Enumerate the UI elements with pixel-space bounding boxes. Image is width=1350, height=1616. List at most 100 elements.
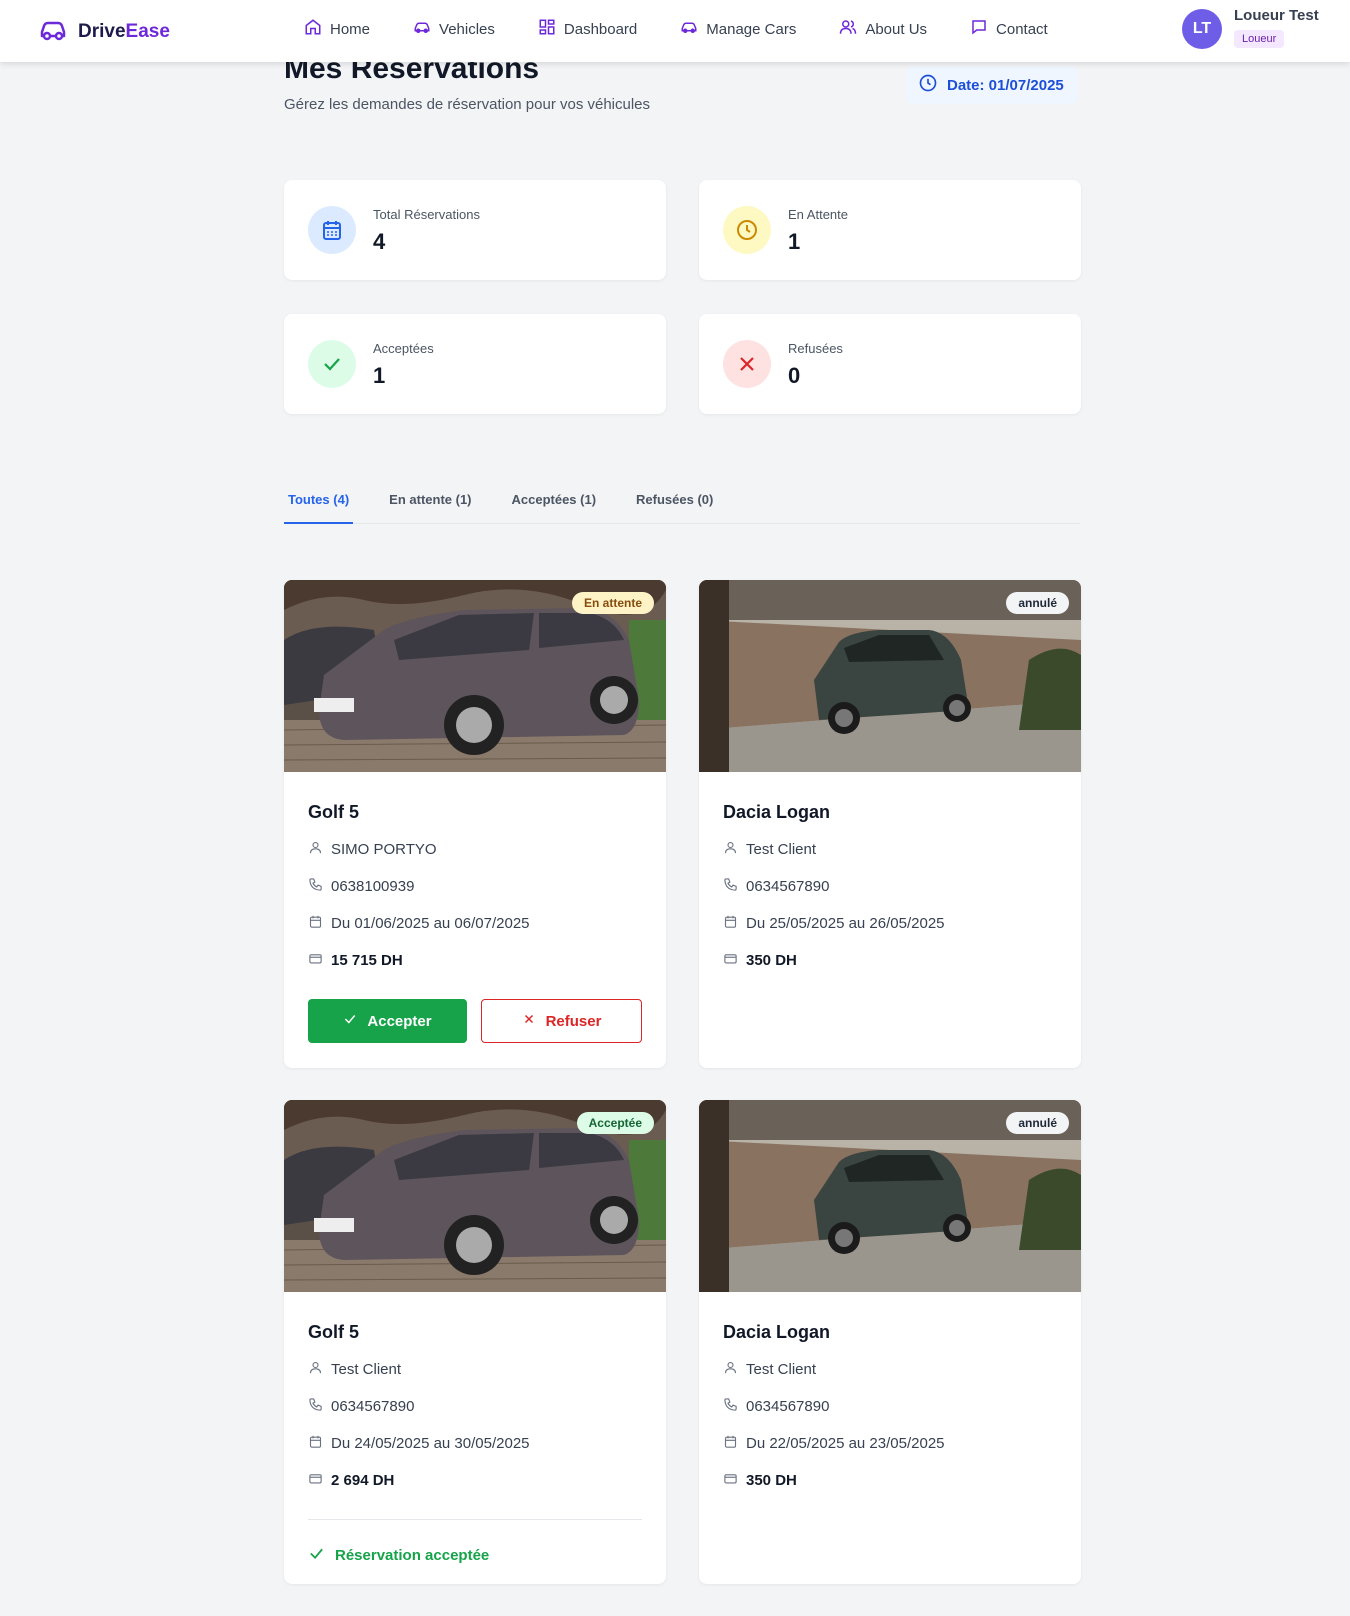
- check-icon: [308, 1545, 325, 1566]
- phone-icon: [723, 877, 738, 896]
- stat-value: 1: [788, 229, 801, 254]
- calendar-icon: [723, 1434, 738, 1453]
- price-info: 350 DH: [723, 1471, 797, 1490]
- car-icon: [680, 18, 698, 40]
- client-phone: 0634567890: [746, 1398, 830, 1415]
- nav-about-us[interactable]: About Us: [839, 18, 927, 40]
- phone-icon: [723, 1397, 738, 1416]
- client-info: Test Client: [308, 1360, 401, 1379]
- calendar-icon: [723, 914, 738, 933]
- nav-contact-label: Contact: [996, 20, 1048, 38]
- client-info: Test Client: [723, 1360, 816, 1379]
- price-info: 15 715 DH: [308, 951, 403, 970]
- client-name: Test Client: [746, 841, 817, 858]
- credit-card-icon: [308, 1471, 323, 1490]
- status-badge: En attente: [571, 592, 654, 614]
- client-phone: 0638100939: [331, 878, 415, 895]
- reservation-price: 350 DH: [746, 952, 797, 969]
- dates-info: Du 25/05/2025 au 26/05/2025: [723, 914, 945, 933]
- nav-vehicles-label: Vehicles: [439, 20, 495, 38]
- refuse-label: Refuser: [545, 1012, 602, 1030]
- brand-logo[interactable]: DriveEase: [38, 17, 170, 46]
- nav-manage-cars-label: Manage Cars: [706, 20, 797, 38]
- user-menu[interactable]: LT Loueur Test Loueur: [1182, 7, 1319, 49]
- calendar-icon: [308, 914, 323, 933]
- tab-all[interactable]: Toutes (4): [284, 480, 354, 524]
- credit-card-icon: [308, 951, 323, 970]
- credit-card-icon: [723, 1471, 738, 1490]
- credit-card-icon: [723, 951, 738, 970]
- phone-info: 0634567890: [723, 877, 829, 896]
- status-badge: annulé: [1006, 1112, 1069, 1134]
- phone-icon: [308, 1397, 323, 1416]
- reservation-dates: Du 01/06/2025 au 06/07/2025: [331, 915, 530, 932]
- price-info: 350 DH: [723, 951, 797, 970]
- tab-pending[interactable]: En attente (1): [385, 480, 475, 524]
- car-image: annulé: [699, 580, 1081, 772]
- reservation-card: En attente Golf 5 SIMO PORTYO 0638100939…: [284, 580, 666, 1068]
- clock-icon: [918, 73, 938, 97]
- stat-accepted: Acceptées 1: [284, 314, 666, 414]
- avatar[interactable]: LT: [1182, 9, 1222, 49]
- client-name: Test Client: [746, 1361, 817, 1378]
- stat-value: 4: [373, 229, 386, 254]
- stat-value: 0: [788, 363, 801, 388]
- dates-info: Du 24/05/2025 au 30/05/2025: [308, 1434, 530, 1453]
- reservation-dates: Du 24/05/2025 au 30/05/2025: [331, 1435, 530, 1452]
- car-icon: [413, 18, 431, 40]
- tab-refused[interactable]: Refusées (0): [632, 480, 717, 524]
- date-badge: Date: 01/07/2025: [906, 66, 1078, 104]
- stat-total-reservations: Total Réservations 4: [284, 180, 666, 280]
- reservation-card: annulé Dacia Logan Test Client 063456789…: [699, 1100, 1081, 1584]
- tab-accepted[interactable]: Acceptées (1): [508, 480, 601, 524]
- reservation-price: 350 DH: [746, 1472, 797, 1489]
- phone-info: 0634567890: [308, 1397, 414, 1416]
- client-name: Test Client: [331, 1361, 402, 1378]
- stat-refused: Refusées 0: [699, 314, 1081, 414]
- nav-vehicles[interactable]: Vehicles: [413, 18, 495, 40]
- nav-home[interactable]: Home: [304, 18, 370, 40]
- nav-about-us-label: About Us: [865, 20, 928, 38]
- stat-label: Refusées: [788, 341, 843, 356]
- phone-info: 0634567890: [723, 1397, 829, 1416]
- message-icon: [970, 18, 988, 40]
- x-icon: [522, 1012, 536, 1030]
- accepted-note: Réservation acceptée: [308, 1545, 489, 1566]
- car-icon: [38, 17, 68, 46]
- stat-value: 1: [373, 363, 386, 388]
- nav-dashboard[interactable]: Dashboard: [538, 18, 637, 40]
- dates-info: Du 22/05/2025 au 23/05/2025: [723, 1434, 945, 1453]
- calendar-icon: [308, 206, 356, 254]
- nav-manage-cars[interactable]: Manage Cars: [680, 18, 796, 40]
- navbar: DriveEase Home Vehicles Dashboard Manage…: [0, 0, 1350, 62]
- status-badge: annulé: [1006, 592, 1069, 614]
- page-subtitle: Gérez les demandes de réservation pour v…: [284, 96, 651, 113]
- users-icon: [839, 18, 857, 40]
- client-info: Test Client: [723, 840, 816, 859]
- stat-label: En Attente: [788, 207, 848, 222]
- phone-info: 0638100939: [308, 877, 414, 896]
- user-name: Loueur Test: [1234, 7, 1319, 24]
- nav-home-label: Home: [330, 20, 371, 38]
- main-nav: Home Vehicles Dashboard Manage Cars Abou…: [304, 18, 1091, 40]
- reservation-price: 15 715 DH: [331, 952, 403, 969]
- car-image: En attente: [284, 580, 666, 772]
- stat-label: Total Réservations: [373, 207, 480, 222]
- refuse-button[interactable]: Refuser: [481, 999, 642, 1043]
- reservation-dates: Du 25/05/2025 au 26/05/2025: [746, 915, 945, 932]
- dates-info: Du 01/06/2025 au 06/07/2025: [308, 914, 530, 933]
- accept-button[interactable]: Accepter: [308, 999, 467, 1043]
- x-icon: [723, 340, 771, 388]
- check-icon: [343, 1012, 357, 1030]
- calendar-icon: [308, 1434, 323, 1453]
- car-name: Dacia Logan: [723, 1322, 831, 1342]
- user-icon: [308, 1360, 323, 1379]
- user-icon: [308, 840, 323, 859]
- reservation-dates: Du 22/05/2025 au 23/05/2025: [746, 1435, 945, 1452]
- nav-dashboard-label: Dashboard: [563, 20, 638, 38]
- client-phone: 0634567890: [746, 878, 830, 895]
- nav-contact[interactable]: Contact: [970, 18, 1048, 40]
- reservation-price: 2 694 DH: [331, 1472, 395, 1489]
- price-info: 2 694 DH: [308, 1471, 394, 1490]
- phone-icon: [308, 877, 323, 896]
